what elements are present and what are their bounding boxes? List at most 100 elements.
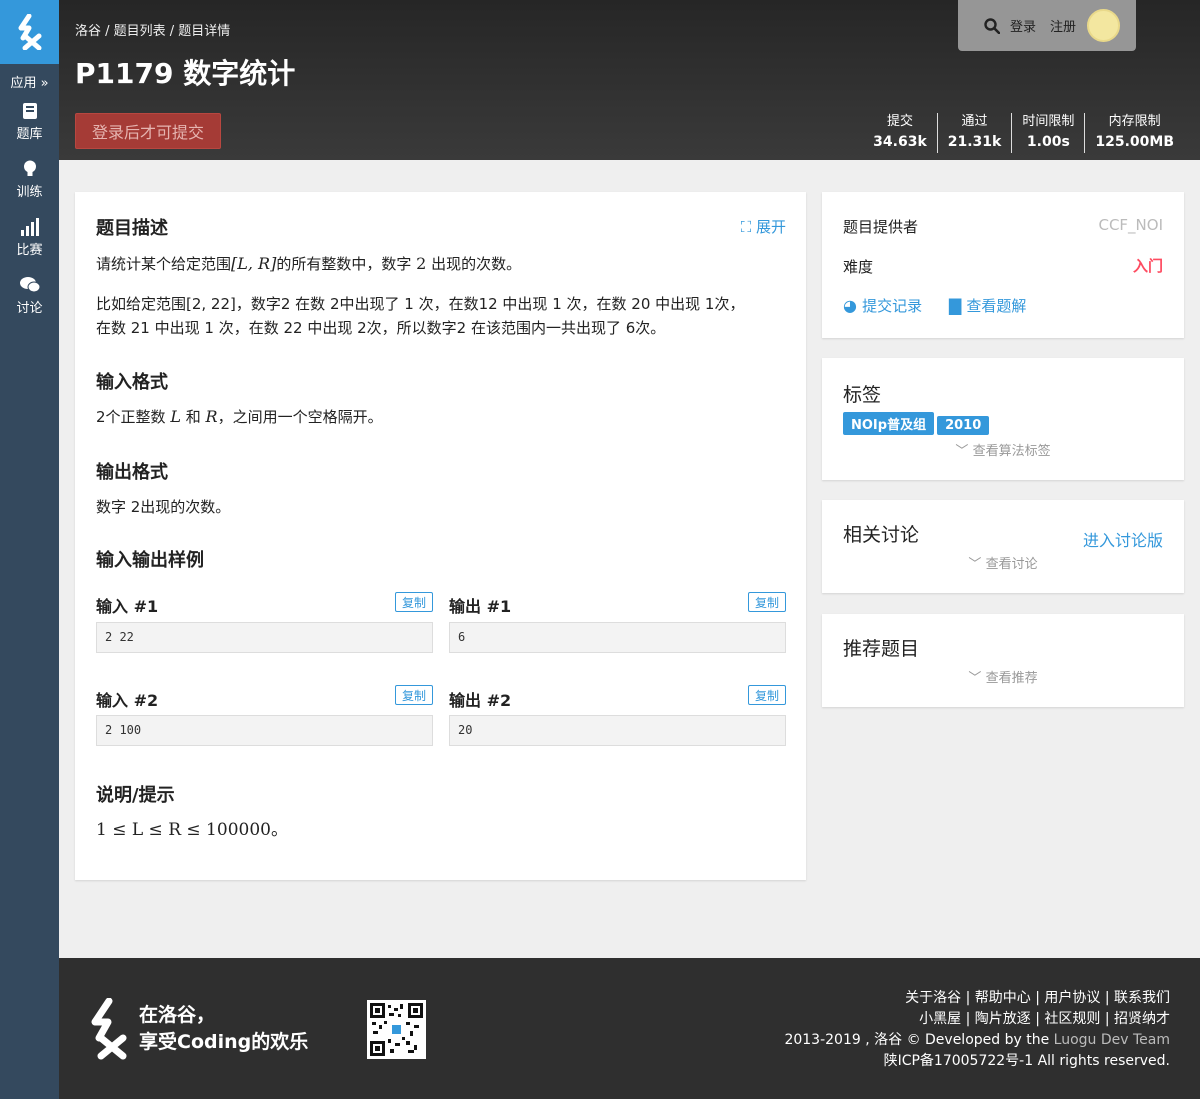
expand-button[interactable]: ⛶ 展开 <box>741 216 786 237</box>
pie-chart-icon: ◕ <box>843 296 857 315</box>
register-link[interactable]: 注册 <box>1050 16 1076 35</box>
discuss-card: 相关讨论 进入讨论版 ﹀ 查看讨论 <box>822 500 1184 593</box>
sidebar: 应用 » 题库 训练 比赛 讨论 <box>0 0 59 1099</box>
tag-list: NOIp普及组 2010 <box>843 412 992 435</box>
difficulty-label: 难度 <box>843 258 874 276</box>
hint-title: 说明/提示 <box>96 785 175 806</box>
submit-button[interactable]: 登录后才可提交 <box>75 113 221 149</box>
copy-output-button[interactable]: 复制 <box>748 685 786 705</box>
search-icon[interactable] <box>984 17 1000 34</box>
desc-line: 比如给定范围[2, 22]，数字2 在数 2中出现了 1 次，在数12 中出现 … <box>96 295 745 313</box>
apps-menu[interactable]: 应用 » <box>0 72 59 92</box>
input-text: 2个正整数 <box>96 408 166 426</box>
description-paragraph-2: 比如给定范围[2, 22]，数字2 在数 2中出现了 1 次，在数12 中出现 … <box>96 292 744 340</box>
sidebar-item-label: 讨论 <box>16 301 43 316</box>
stat-accepted: 通过 21.31k <box>936 113 1012 153</box>
stat-value: 21.31k <box>947 134 1002 150</box>
sidebar-item-discuss[interactable]: 讨论 <box>0 276 59 324</box>
stat-value: 125.00MB <box>1095 134 1174 150</box>
records-link[interactable]: ◕ 提交记录 <box>843 295 922 316</box>
breadcrumb[interactable]: 洛谷 / 题目列表 / 题目详情 <box>75 20 230 39</box>
tag-year[interactable]: 2010 <box>937 416 990 435</box>
stat-label: 时间限制 <box>1022 114 1075 129</box>
footer-links-row[interactable]: 关于洛谷 | 帮助中心 | 用户协议 | 联系我们 <box>784 988 1170 1009</box>
show-recommendations[interactable]: ﹀ 查看推荐 <box>822 667 1184 686</box>
show-algorithm-tags[interactable]: ﹀ 查看算法标签 <box>822 440 1184 459</box>
sidebar-item-label: 比赛 <box>16 243 43 258</box>
qr-code <box>367 1000 426 1059</box>
stat-value: 34.63k <box>873 134 927 150</box>
qr-code-icon <box>370 1003 423 1056</box>
desc-line: 在数 21 中出现 1 次，在数 22 中出现 2次，所以数字2 在该范围内一共… <box>96 319 666 337</box>
recommend-card: 推荐题目 ﹀ 查看推荐 <box>822 614 1184 707</box>
stat-label: 内存限制 <box>1108 114 1161 129</box>
input-format-title: 输入格式 <box>96 372 168 393</box>
slogan-line: 在洛谷， <box>139 1004 216 1026</box>
copy-input-button[interactable]: 复制 <box>395 685 433 705</box>
sample-output-box[interactable]: 20 <box>449 715 786 746</box>
sidebar-item-problems[interactable]: 题库 <box>0 102 59 150</box>
input-text: 和 <box>185 408 201 426</box>
copy-output-button[interactable]: 复制 <box>748 592 786 612</box>
sample-input-label: 输入 #2 <box>96 691 159 710</box>
sample-input-box[interactable]: 2 100 <box>96 715 433 746</box>
login-link[interactable]: 登录 <box>1010 16 1036 35</box>
stat-label: 通过 <box>961 114 988 129</box>
stat-submissions: 提交 34.63k <box>863 113 937 153</box>
footer-links-row[interactable]: 小黑屋 | 陶片放逐 | 社区规则 | 招贤纳才 <box>784 1009 1170 1030</box>
chevron-down-icon: ﹀ <box>955 444 969 459</box>
desc-text: 请统计某个给定范围 <box>96 255 232 273</box>
copy-input-button[interactable]: 复制 <box>395 592 433 612</box>
sample-output-label: 输出 #2 <box>449 691 512 710</box>
dev-team-link[interactable]: Luogu Dev Team <box>1054 1032 1170 1048</box>
input-text: ，之间用一个空格隔开。 <box>217 408 383 426</box>
solutions-link[interactable]: ▇ 查看题解 <box>949 295 1026 316</box>
footer: 在洛谷， 享受Coding的欢乐 关于洛谷 | 帮助中心 | 用户协议 | 联系… <box>59 958 1200 1099</box>
sidebar-item-label: 训练 <box>16 185 43 200</box>
sample-input-box[interactable]: 2 22 <box>96 622 433 653</box>
chevron-down-icon: ﹀ <box>968 557 982 572</box>
desc-text: 的所有整数中，数字 <box>276 255 412 273</box>
expand-icon: ⛶ <box>740 218 752 236</box>
stat-label: 提交 <box>886 114 913 129</box>
sample-input-label: 输入 #1 <box>96 597 159 616</box>
discuss-title: 相关讨论 <box>843 524 920 546</box>
samples-title: 输入输出样例 <box>96 550 204 571</box>
sidebar-item-contests[interactable]: 比赛 <box>0 218 59 266</box>
stat-time-limit: 时间限制 1.00s <box>1011 113 1084 153</box>
show-discussions[interactable]: ﹀ 查看讨论 <box>822 553 1184 572</box>
show-tags-label: 查看算法标签 <box>972 444 1051 459</box>
desc-text: 出现的次数。 <box>431 255 522 273</box>
lightbulb-icon <box>23 160 36 176</box>
footer-slogan: 在洛谷， 享受Coding的欢乐 <box>139 1002 308 1056</box>
problem-info-card: 题目提供者 CCF_NOI 难度 入门 ◕ 提交记录 ▇ 查看题解 <box>822 192 1184 338</box>
difficulty-value: 入门 <box>1132 257 1163 275</box>
solutions-link-label: 查看题解 <box>966 297 1027 315</box>
stat-memory-limit: 内存限制 125.00MB <box>1084 113 1184 153</box>
signal-bars-icon <box>20 218 39 236</box>
enter-discuss-link[interactable]: 进入讨论版 <box>1083 527 1163 551</box>
tag-noip[interactable]: NOIp普及组 <box>843 412 935 435</box>
book-icon <box>22 103 37 119</box>
provider-value[interactable]: CCF_NOI <box>1098 216 1163 234</box>
sample-output-label: 输出 #1 <box>449 597 512 616</box>
input-format-text: 2个正整数 L 和 R，之间用一个空格隔开。 <box>96 405 383 429</box>
output-format-text: 数字 2出现的次数。 <box>96 498 231 516</box>
sidebar-item-training[interactable]: 训练 <box>0 160 59 208</box>
input-var-l: L <box>170 407 181 426</box>
sidebar-item-label: 题库 <box>16 127 43 142</box>
records-link-label: 提交记录 <box>862 297 923 315</box>
avatar[interactable] <box>1087 9 1120 42</box>
show-recommend-label: 查看推荐 <box>985 671 1038 686</box>
sample-output-box[interactable]: 6 <box>449 622 786 653</box>
luogu-logo-icon <box>18 14 41 50</box>
icp-text: 陕ICP备17005722号-1 All rights reserved. <box>883 1053 1170 1069</box>
user-box: 登录 注册 <box>958 0 1136 51</box>
luogu-logo[interactable] <box>0 0 59 64</box>
footer-links: 关于洛谷 | 帮助中心 | 用户协议 | 联系我们 小黑屋 | 陶片放逐 | 社… <box>784 988 1170 1072</box>
desc-digit: 2 <box>416 254 427 273</box>
expand-label: 展开 <box>755 218 786 236</box>
show-discuss-label: 查看讨论 <box>985 557 1038 572</box>
desc-range: [L, R] <box>231 254 277 273</box>
chat-bubbles-icon <box>19 277 40 293</box>
